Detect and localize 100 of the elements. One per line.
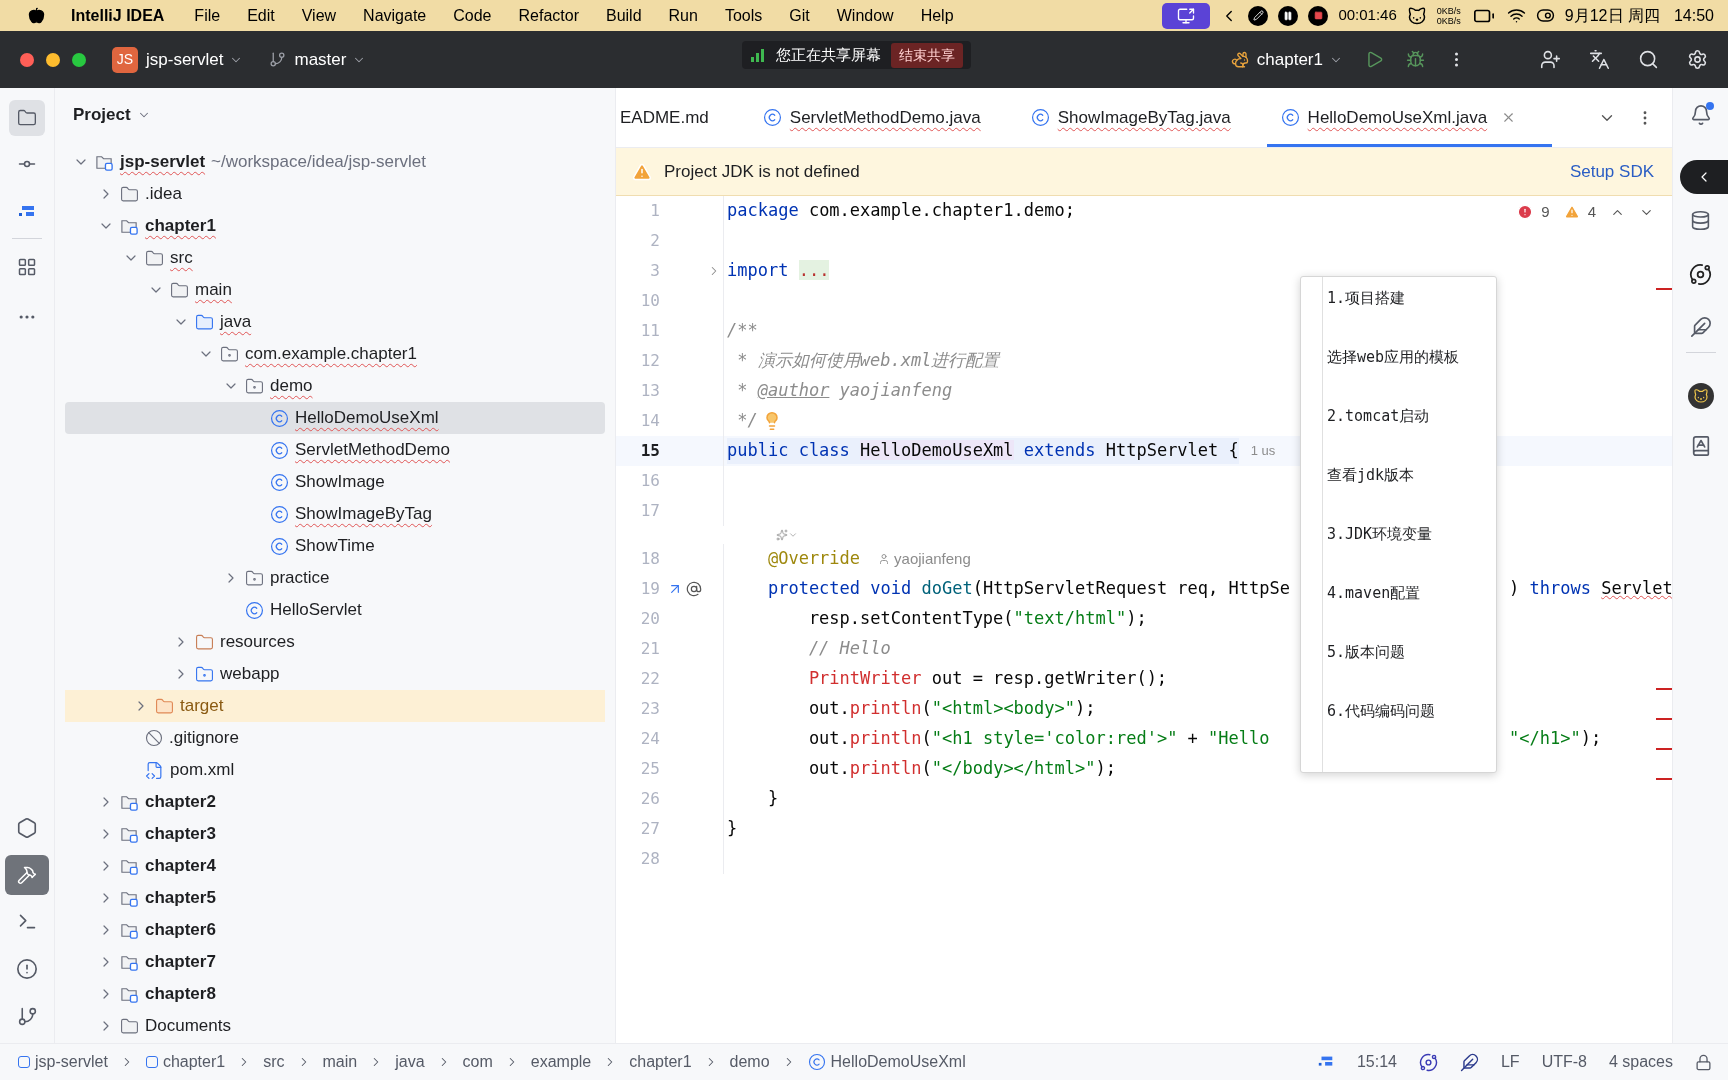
breadcrumb[interactable]: chapter1 xyxy=(629,1050,692,1074)
tree-item[interactable]: main xyxy=(65,274,605,306)
menu-item[interactable]: Run xyxy=(668,3,698,28)
outline-item[interactable]: 6.代码编码问题 xyxy=(1323,690,1460,749)
run-config-selector[interactable]: chapter1 xyxy=(1256,46,1323,73)
tree-item[interactable]: .idea xyxy=(65,178,605,210)
code-line: } xyxy=(727,817,738,841)
menu-item[interactable]: Refactor xyxy=(518,3,579,28)
tree-item[interactable]: chapter3 xyxy=(65,818,605,850)
outline-item[interactable]: 选择web应用的模板 xyxy=(1323,336,1460,395)
code-line: protected void doGet(HttpServletRequest req, HttpSe xyxy=(766,577,1290,601)
breadcrumb[interactable]: example xyxy=(530,1050,592,1074)
editor-tab[interactable]: EADME.md xyxy=(616,88,749,147)
line-separator[interactable]: LF xyxy=(1500,1050,1520,1074)
tree-item[interactable]: src xyxy=(65,242,605,274)
tree-item[interactable]: HelloServlet xyxy=(65,594,605,626)
upload-speed: 0KB/s xyxy=(1436,5,1461,16)
tree-item[interactable]: ServletMethodDemo xyxy=(65,434,605,466)
line-number: 1 xyxy=(649,200,660,222)
tree-item[interactable]: HelloDemoUseXml xyxy=(65,402,605,434)
file-encoding[interactable]: UTF-8 xyxy=(1541,1050,1587,1074)
code-line: PrintWriter out = resp.getWriter(); xyxy=(807,667,1168,691)
line-number: 26 xyxy=(639,788,660,810)
tree-item[interactable]: chapter8 xyxy=(65,978,605,1010)
line-number: 3 xyxy=(649,260,660,282)
stop-sharing-button[interactable]: 结束共享 xyxy=(891,42,963,68)
outline-item[interactable]: 5.版本问题 xyxy=(1323,631,1460,690)
panel-title[interactable]: Project xyxy=(73,102,131,128)
banner-message: Project JDK is not defined xyxy=(664,160,860,183)
code-line: import ... xyxy=(727,259,830,283)
tree-item[interactable]: resources xyxy=(65,626,605,658)
error-count[interactable]: 9 xyxy=(1541,200,1550,224)
tree-item[interactable]: ShowTime xyxy=(65,530,605,562)
tree-item[interactable]: chapter5 xyxy=(65,882,605,914)
tree-item[interactable]: chapter6 xyxy=(65,914,605,946)
tree-item[interactable]: chapter1 xyxy=(65,210,605,242)
outline-item[interactable]: 2.tomcat启动 xyxy=(1323,395,1460,454)
menu-item[interactable]: File xyxy=(194,3,221,28)
tree-item[interactable]: jsp-servlet ~/workspace/idea/jsp-servlet xyxy=(65,146,605,178)
author-hint: yaojianfeng xyxy=(894,548,971,569)
warning-count[interactable]: 4 xyxy=(1587,200,1596,224)
tree-item[interactable]: ShowImageByTag xyxy=(65,498,605,530)
tree-item[interactable]: webapp xyxy=(65,658,605,690)
menu-item[interactable]: Build xyxy=(606,3,642,28)
project-badge: JS xyxy=(112,46,138,73)
tree-item[interactable]: demo xyxy=(65,370,605,402)
line-number: 2 xyxy=(649,230,660,252)
breadcrumb[interactable]: com xyxy=(462,1050,493,1074)
menu-item[interactable]: Tools xyxy=(724,3,763,28)
editor-tab[interactable]: ServletMethodDemo.java xyxy=(748,88,1017,147)
breadcrumb[interactable]: chapter1 xyxy=(162,1050,226,1074)
tree-item[interactable]: ShowImage xyxy=(65,466,605,498)
code-line: ) throws Servlet xyxy=(1509,577,1672,601)
menu-item[interactable]: Help xyxy=(920,3,954,28)
code-line: /** xyxy=(727,319,758,343)
tree-item[interactable]: pom.xml xyxy=(65,754,605,786)
tree-item[interactable]: java xyxy=(65,306,605,338)
breadcrumb[interactable]: src xyxy=(263,1050,285,1074)
menu-bar-clock[interactable]: 14:50 xyxy=(1673,3,1714,28)
code-line: resp.setContentType("text/html"); xyxy=(807,607,1147,631)
menu-bar-date[interactable]: 9月12日 周四 xyxy=(1564,3,1660,28)
menu-item[interactable]: Navigate xyxy=(363,3,427,28)
breadcrumb[interactable]: jsp-servlet xyxy=(35,1050,108,1074)
menu-item[interactable]: View xyxy=(301,3,337,28)
branch-switcher[interactable]: master xyxy=(294,46,347,73)
breadcrumb[interactable]: demo xyxy=(729,1050,770,1074)
outline-item[interactable]: 4.maven配置 xyxy=(1323,572,1460,631)
line-number: 28 xyxy=(639,848,660,870)
setup-sdk-link[interactable]: Setup SDK xyxy=(1569,158,1654,185)
breadcrumb[interactable]: java xyxy=(395,1050,425,1074)
outline-item[interactable]: 查看jdk版本 xyxy=(1323,454,1460,513)
project-switcher[interactable]: jsp-servlet xyxy=(146,46,224,73)
tree-item[interactable]: Documents xyxy=(65,1010,605,1042)
cursor-position[interactable]: 15:14 xyxy=(1356,1050,1397,1074)
breadcrumb[interactable]: HelloDemoUseXml xyxy=(830,1050,966,1074)
line-number: 22 xyxy=(639,668,660,690)
outline-item[interactable]: 1.项目搭建 xyxy=(1323,277,1460,336)
tree-item[interactable]: practice xyxy=(65,562,605,594)
app-menu[interactable]: IntelliJ IDEA xyxy=(71,3,165,28)
code-line: package com.example.chapter1.demo; xyxy=(727,199,1075,223)
indent-setting[interactable]: 4 spaces xyxy=(1608,1050,1673,1074)
menu-item[interactable]: Window xyxy=(836,3,894,28)
menu-item[interactable]: Git xyxy=(789,3,810,28)
editor-tab[interactable]: ShowImageByTag.java xyxy=(1016,88,1267,147)
breadcrumb[interactable]: main xyxy=(322,1050,358,1074)
tree-item[interactable]: .gitignore xyxy=(65,722,605,754)
line-number: 16 xyxy=(639,470,660,492)
tree-item[interactable]: target xyxy=(65,690,605,722)
tree-item[interactable]: chapter4 xyxy=(65,850,605,882)
code-line: * @author yaojianfeng xyxy=(736,379,953,403)
recording-timer: 00:01:46 xyxy=(1338,5,1397,26)
menu-item[interactable]: Edit xyxy=(247,3,275,28)
tree-item[interactable]: chapter2 xyxy=(65,786,605,818)
code-line: out.println("<h1 style='color:red'>" + "Hello xyxy=(807,727,1270,751)
line-number: 12 xyxy=(639,350,660,372)
tree-item[interactable]: chapter7 xyxy=(65,946,605,978)
outline-item[interactable]: 3.JDK环境变量 xyxy=(1323,513,1460,572)
line-number: 19 xyxy=(639,578,660,600)
menu-item[interactable]: Code xyxy=(453,3,492,28)
tree-item[interactable]: com.example.chapter1 xyxy=(65,338,605,370)
